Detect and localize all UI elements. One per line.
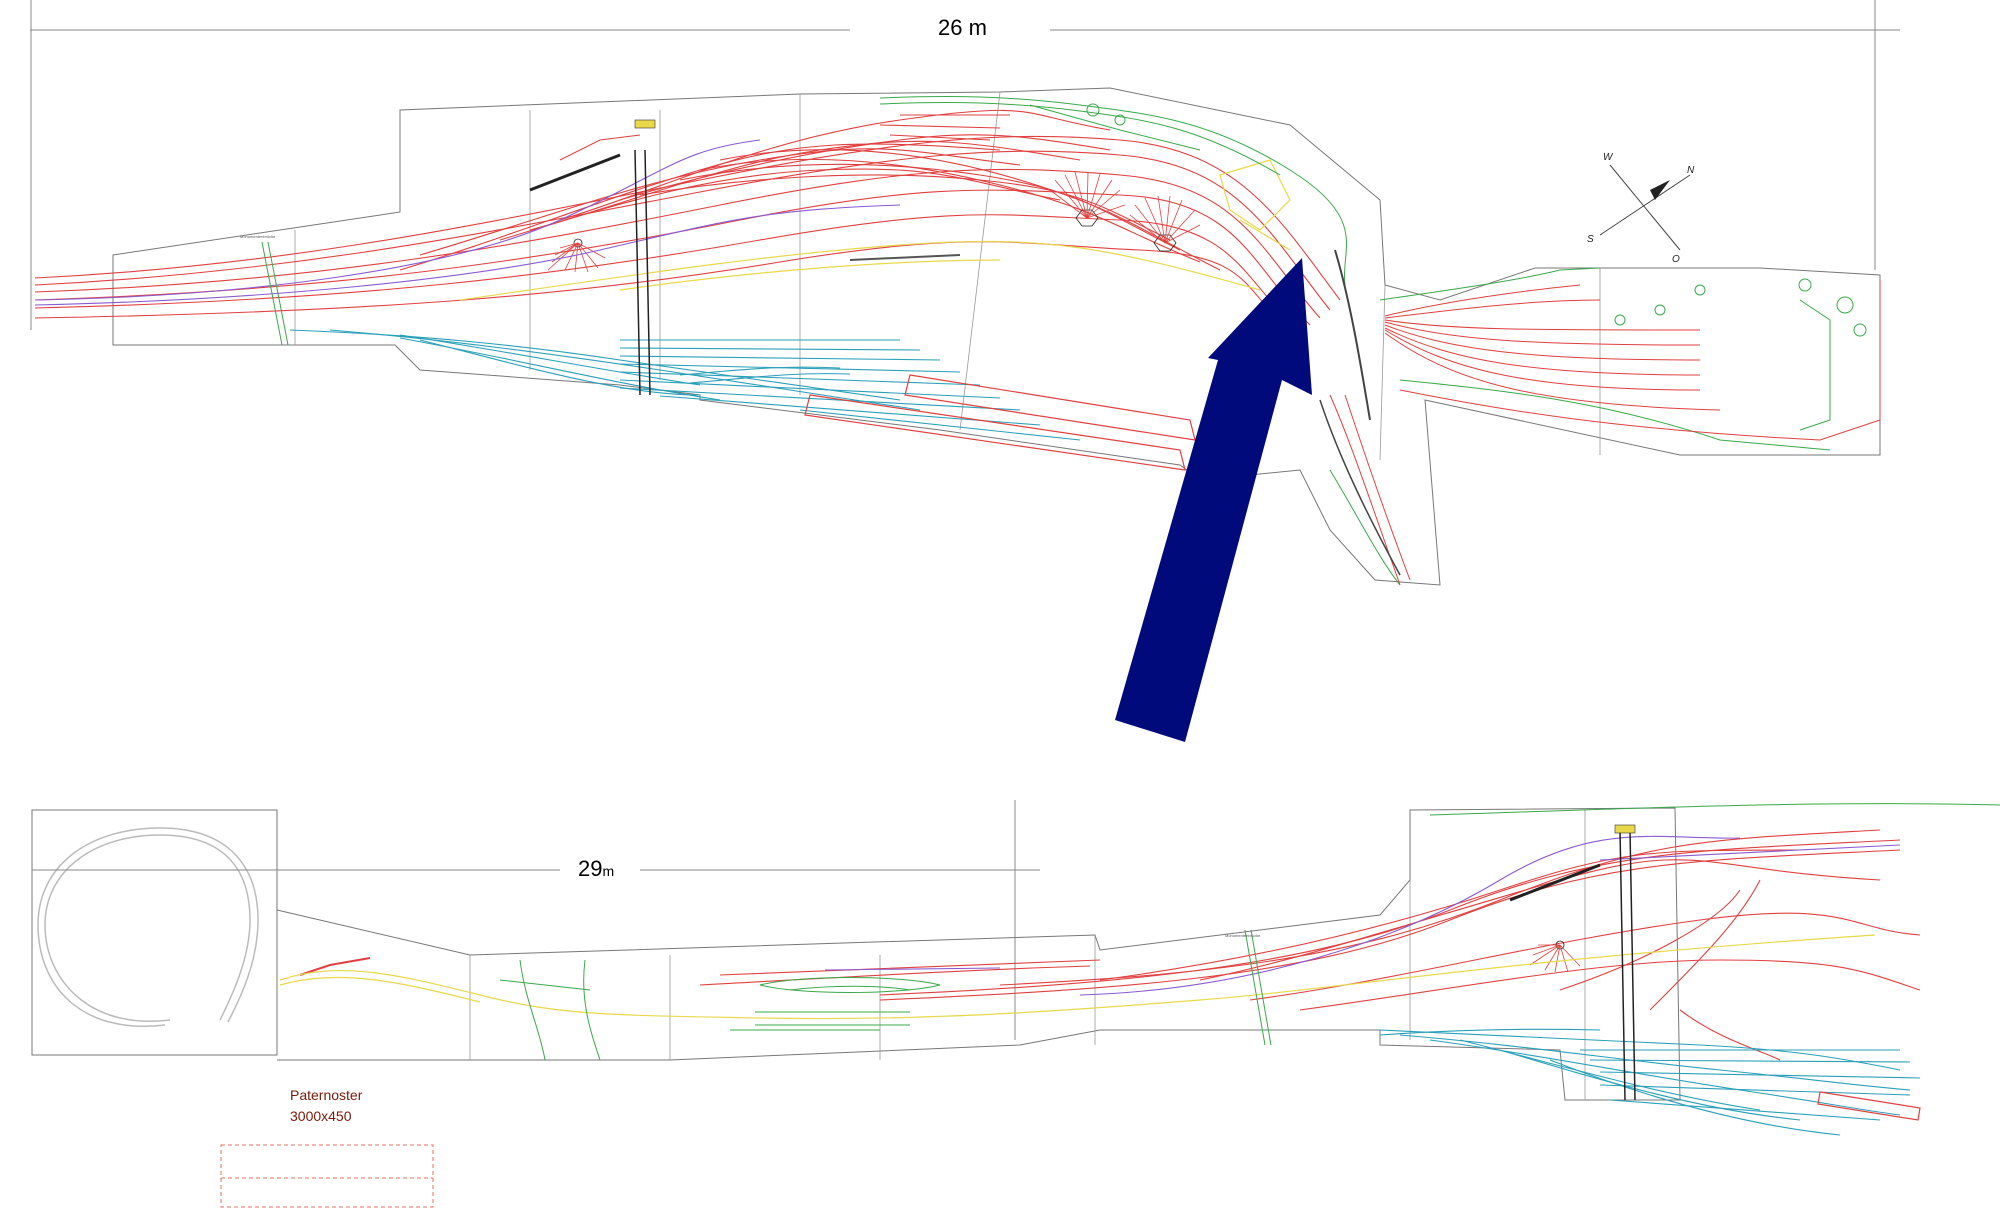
compass-w: W [1603,152,1614,163]
compass-s: S [1587,234,1594,245]
top-section-joints [294,91,1601,461]
bottom-green-tracks [499,803,2000,1061]
track-plan: 26 m Monumentenbrücke W N S O 29m Monume… [30,0,2000,1208]
helix-box [31,809,278,1056]
pointer-arrow-icon [1115,258,1312,742]
top-turntable-3 [1129,195,1201,252]
bottom-dimension-value: 29 [578,856,602,881]
top-plan: 26 m Monumentenbrücke W N S O [30,0,1900,586]
bottom-section-joints [469,808,1586,1100]
paternoster-title: Paternoster [290,1087,363,1103]
bottom-cyan-tracks [1379,1028,1921,1136]
bottom-platform [1817,1091,1921,1121]
paternoster-box [220,1144,434,1208]
bottom-yellow-tracks [279,934,1876,1020]
top-bridge-label: Monumentenbrücke [240,234,276,239]
top-turntable-2 [1049,171,1126,227]
bottom-yellow-box [1614,824,1636,834]
bottom-bridge-label: Monumentenbrücke [1225,933,1261,938]
top-platforms [804,374,1196,471]
paternoster: Paternoster 3000x450 [220,1087,434,1208]
top-baseboard-outline [112,87,1881,586]
top-right-red-fan [1329,280,1881,586]
top-dimension-label: 26 m [938,15,987,40]
bottom-baseboard-outline [276,807,1681,1101]
compass-o: O [1672,254,1680,265]
compass-rose: W N S O [1587,152,1695,265]
bottom-crossings [1509,829,1636,1101]
bottom-turntable [1529,940,1581,973]
bottom-dimension-label: 29m [578,856,614,881]
top-yellow-box [634,119,656,129]
bottom-plan: 29m Monumentenbrücke [31,800,2000,1136]
top-cyan-tracks [289,329,1081,441]
compass-n: N [1687,165,1695,176]
top-purple-tracks [34,139,901,306]
top-green-tracks [261,95,1867,586]
helix-track [44,834,251,1022]
paternoster-size: 3000x450 [290,1108,352,1124]
bottom-dimension-unit: m [602,863,614,879]
top-red-tracks [34,109,1341,339]
top-yellow-tracks [459,159,1291,301]
